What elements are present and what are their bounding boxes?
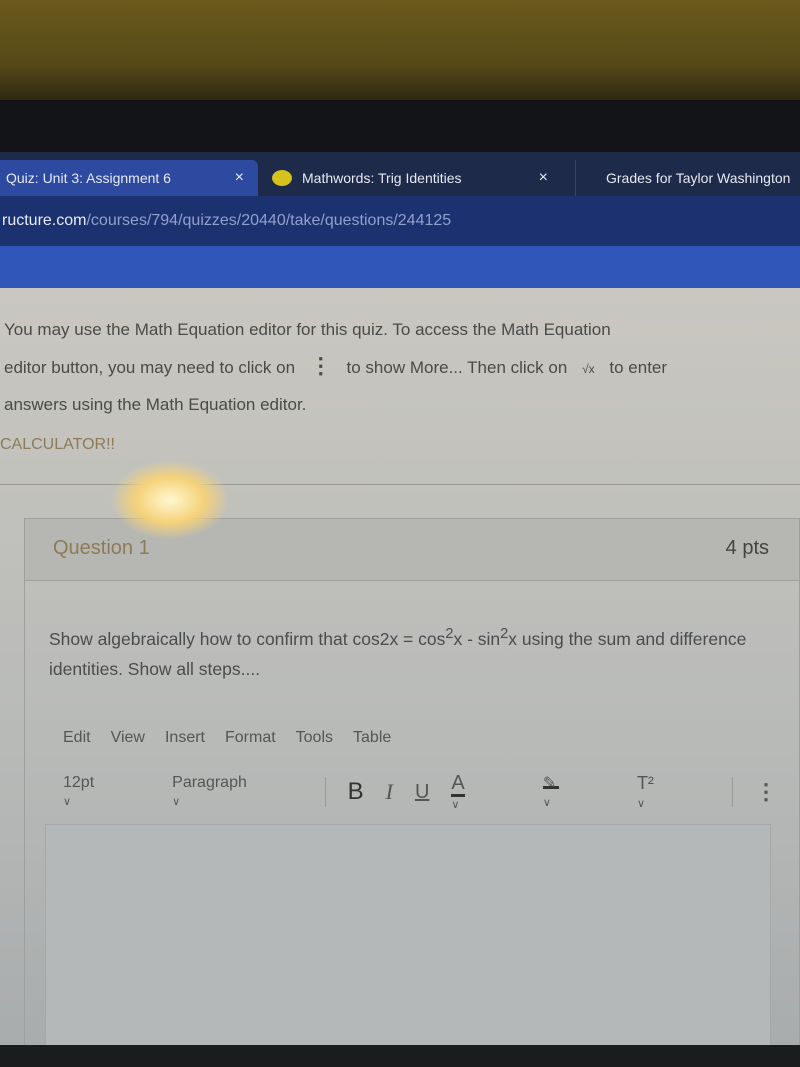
taskbar — [0, 1045, 800, 1067]
italic-button[interactable]: I — [386, 779, 393, 805]
highlighter-icon: ✎ — [542, 773, 559, 792]
superscript-icon: T² — [636, 772, 654, 793]
question-title: Question 1 — [53, 537, 150, 559]
url-domain: ructure.com — [2, 212, 87, 229]
more-icon: ⋮ — [309, 353, 332, 378]
address-bar[interactable]: ructure.com/courses/794/quizzes/20440/ta… — [0, 196, 800, 246]
light-glare — [110, 460, 230, 540]
divider — [732, 777, 734, 807]
answer-editor[interactable] — [45, 824, 771, 1064]
superscript-button[interactable]: T² ∨ — [637, 773, 710, 812]
block-format-select[interactable]: Paragraph ∨ — [172, 774, 302, 810]
underline-button[interactable]: U — [415, 781, 429, 804]
instructions-text: to enter — [609, 358, 668, 377]
question-text-part: Show algebraically how to confirm that c… — [49, 628, 446, 649]
background-photo — [0, 0, 800, 105]
instructions-text: editor button, you may need to click on — [4, 358, 296, 377]
tab-label: Grades for Taylor Washington — [606, 170, 791, 186]
tab-quiz[interactable]: Quiz: Unit 3: Assignment 6 × — [0, 160, 258, 196]
browser-tab-bar: Quiz: Unit 3: Assignment 6 × Mathwords: T… — [0, 152, 800, 196]
text-color-button[interactable]: A ∨ — [451, 771, 520, 813]
quiz-page: You may use the Math Equation editor for… — [0, 288, 800, 1064]
instructions-line: You may use the Math Equation editor for… — [4, 320, 611, 339]
menu-format[interactable]: Format — [225, 729, 276, 747]
tab-label: Mathwords: Trig Identities — [302, 170, 462, 186]
font-size-value: 12pt — [63, 774, 95, 791]
font-size-select[interactable]: 12pt ∨ — [63, 774, 150, 810]
instructions-text: to show More... Then click on — [346, 358, 568, 377]
tab-mathwords[interactable]: Mathwords: Trig Identities × — [272, 160, 562, 196]
question-card: Question 1 4 pts Show algebraically how … — [24, 518, 800, 1064]
sqrt-icon: √x — [582, 362, 595, 376]
question-text: Show algebraically how to confirm that c… — [49, 619, 769, 684]
chevron-down-icon: ∨ — [542, 797, 551, 809]
instructions: You may use the Math Equation editor for… — [4, 312, 800, 423]
menu-tools[interactable]: Tools — [296, 729, 333, 747]
editor-toolbar: 12pt ∨ Paragraph ∨ B I U A ∨ ✎ ∨ T² ∨ ⋮ — [63, 771, 799, 811]
instructions-line: answers using the Math Equation editor. — [4, 395, 307, 414]
question-points: 4 pts — [725, 537, 769, 559]
more-options-icon[interactable]: ⋮ — [755, 779, 777, 805]
url-path: /courses/794/quizzes/20440/take/question… — [86, 212, 452, 229]
divider — [324, 777, 326, 807]
highlight-button[interactable]: ✎ ∨ — [542, 773, 615, 811]
menu-table[interactable]: Table — [353, 729, 391, 747]
mathwords-favicon-icon — [272, 170, 292, 186]
block-format-value: Paragraph — [172, 774, 247, 791]
canvas-header — [0, 246, 800, 288]
close-icon[interactable]: × — [235, 169, 244, 187]
calculator-note: CALCULATOR!! — [0, 436, 115, 453]
chevron-down-icon: ∨ — [636, 797, 645, 810]
editor-menubar: Edit View Insert Format Tools Table — [63, 729, 391, 747]
close-icon[interactable]: × — [539, 169, 548, 187]
chevron-down-icon: ∨ — [172, 796, 181, 808]
tab-grades[interactable]: Grades for Taylor Washington — [575, 160, 800, 196]
question-text-part: x - sin — [453, 628, 501, 649]
menu-insert[interactable]: Insert — [165, 729, 205, 747]
menu-view[interactable]: View — [111, 729, 145, 747]
tab-label: Quiz: Unit 3: Assignment 6 — [6, 170, 171, 186]
chevron-down-icon: ∨ — [63, 796, 72, 808]
menu-edit[interactable]: Edit — [63, 729, 91, 747]
text-color-icon: A — [451, 771, 465, 797]
bold-button[interactable]: B — [348, 778, 364, 806]
chevron-down-icon: ∨ — [451, 798, 460, 811]
monitor-bezel — [0, 100, 800, 155]
